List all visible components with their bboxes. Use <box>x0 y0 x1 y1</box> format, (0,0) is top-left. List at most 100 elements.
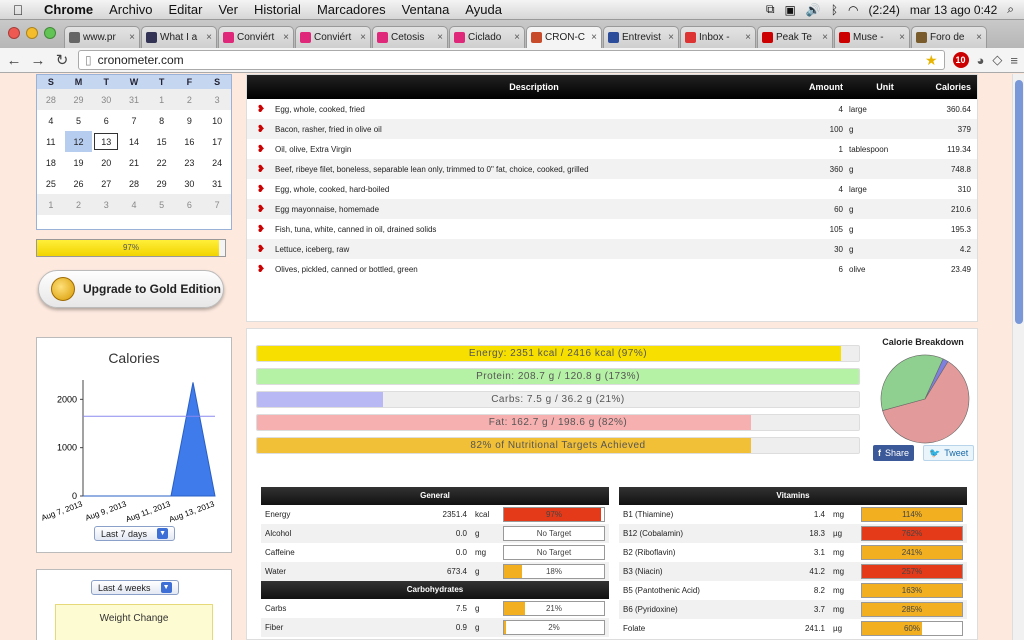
food-amount[interactable]: 1 <box>793 145 849 154</box>
browser-tab[interactable]: Inbox - × <box>680 26 756 48</box>
nutrient-row[interactable]: B2 (Riboflavin) 3.1 mg 241% <box>619 543 967 562</box>
apple-menu-icon[interactable]:  <box>0 2 36 18</box>
browser-tab[interactable]: Conviért × <box>218 26 294 48</box>
browser-tab[interactable]: Foro de × <box>911 26 987 48</box>
food-unit[interactable]: tablespoon <box>849 145 921 154</box>
menu-ayuda[interactable]: Ayuda <box>457 2 510 17</box>
calendar-day[interactable]: 4 <box>120 194 148 215</box>
calendar-day[interactable]: 2 <box>175 89 204 110</box>
browser-tab[interactable]: Conviért × <box>295 26 371 48</box>
food-row[interactable]: ❥ Lettuce, iceberg, raw 30 g 4.2 <box>247 239 977 259</box>
nutrient-row[interactable]: Energy 2351.4 kcal 97% <box>261 505 609 524</box>
weight-range-select[interactable]: Last 4 weeks ▼ <box>91 580 179 595</box>
food-unit[interactable]: g <box>849 245 921 254</box>
tab-close-icon[interactable]: × <box>899 32 905 43</box>
volume-icon[interactable]: 🔊 <box>806 3 821 17</box>
calendar-day[interactable]: 28 <box>37 89 65 110</box>
nutrient-row[interactable]: B3 (Niacin) 41.2 mg 257% <box>619 562 967 581</box>
food-amount[interactable]: 105 <box>793 225 849 234</box>
browser-tab[interactable]: What I a × <box>141 26 217 48</box>
menu-app-name[interactable]: Chrome <box>36 2 101 17</box>
nutrient-row[interactable]: Fiber 0.9 g 2% <box>261 618 609 637</box>
calendar-day[interactable]: 15 <box>148 131 176 152</box>
menubar-clock[interactable]: mar 13 ago 0:42 <box>910 3 997 17</box>
browser-tab[interactable]: Cetosis × <box>372 26 448 48</box>
calendar-day[interactable]: 22 <box>148 152 176 173</box>
calendar-day[interactable]: 26 <box>65 173 93 194</box>
menu-hamburger-icon[interactable]: ≡ <box>1010 53 1018 68</box>
calendar-day[interactable]: 11 <box>37 131 65 152</box>
calendar-day[interactable]: 29 <box>64 89 93 110</box>
calendar-day[interactable]: 19 <box>65 152 93 173</box>
calendar-day[interactable]: 2 <box>64 194 93 215</box>
tab-close-icon[interactable]: × <box>822 32 828 43</box>
bookmark-star-icon[interactable]: ★ <box>925 52 938 69</box>
scrollbar-thumb[interactable] <box>1015 80 1023 324</box>
display-icon[interactable]: ▣ <box>785 3 796 17</box>
food-row[interactable]: ❥ Olives, pickled, canned or bottled, gre… <box>247 259 977 279</box>
food-unit[interactable]: large <box>849 185 921 194</box>
menu-archivo[interactable]: Archivo <box>101 2 160 17</box>
upgrade-gold-button[interactable]: Upgrade to Gold Edition <box>38 270 224 308</box>
calendar-day[interactable]: 6 <box>175 194 204 215</box>
tab-close-icon[interactable]: × <box>668 32 674 43</box>
food-amount[interactable]: 4 <box>793 105 849 114</box>
calendar-day[interactable]: 3 <box>92 194 121 215</box>
calendar-day[interactable]: 30 <box>176 173 204 194</box>
food-amount[interactable]: 30 <box>793 245 849 254</box>
bluetooth-icon[interactable]: ᛒ <box>831 3 838 17</box>
address-bar[interactable]: ▯ cronometer.com ★ <box>78 50 945 70</box>
menu-ver[interactable]: Ver <box>210 2 246 17</box>
calendar-day[interactable]: 24 <box>203 152 231 173</box>
food-amount[interactable]: 60 <box>793 205 849 214</box>
nutrient-row[interactable]: B6 (Pyridoxine) 3.7 mg 285% <box>619 600 967 619</box>
nutrient-row[interactable]: Water 673.4 g 18% <box>261 562 609 581</box>
extension-badge[interactable]: 10 <box>952 52 969 68</box>
food-amount[interactable]: 4 <box>793 185 849 194</box>
calendar-day[interactable]: 3 <box>203 89 231 110</box>
tab-close-icon[interactable]: × <box>283 32 289 43</box>
calendar-day[interactable]: 14 <box>120 131 148 152</box>
calendar-day[interactable]: 30 <box>92 89 121 110</box>
calendar-day[interactable]: 4 <box>37 110 65 131</box>
calendar-day[interactable]: 5 <box>65 110 93 131</box>
food-row[interactable]: ❥ Oil, olive, Extra Virgin 1 tablespoon 119.… <box>247 139 977 159</box>
reload-icon[interactable]: ↻ <box>54 51 70 69</box>
nutrient-row[interactable]: B12 (Cobalamin) 18.3 µg 762% <box>619 524 967 543</box>
food-row[interactable]: ❥ Beef, ribeye filet, boneless, separable… <box>247 159 977 179</box>
calendar-day[interactable]: 18 <box>37 152 65 173</box>
calendar-day[interactable]: 1 <box>147 89 176 110</box>
browser-tab[interactable]: Ciclado × <box>449 26 525 48</box>
food-row[interactable]: ❥ Bacon, rasher, fried in olive oil 100 g 37… <box>247 119 977 139</box>
calendar-day[interactable]: 21 <box>120 152 148 173</box>
page-scrollbar[interactable] <box>1012 74 1024 640</box>
calendar-day[interactable]: 7 <box>203 194 231 215</box>
browser-tab[interactable]: www.pr × <box>64 26 140 48</box>
food-unit[interactable]: large <box>849 105 921 114</box>
wifi-icon[interactable]: ◠ <box>848 3 858 17</box>
tab-close-icon[interactable]: × <box>206 32 212 43</box>
calendar-day[interactable]: 8 <box>148 110 176 131</box>
tab-close-icon[interactable]: × <box>437 32 443 43</box>
zoom-window-button[interactable] <box>44 27 56 39</box>
col-description[interactable]: Description <box>275 82 793 92</box>
tab-close-icon[interactable]: × <box>976 32 982 43</box>
browser-tab[interactable]: CRON-C × <box>526 26 602 48</box>
calendar-day[interactable]: 13 <box>92 131 120 152</box>
calendar-day[interactable]: 5 <box>147 194 176 215</box>
menu-ventana[interactable]: Ventana <box>394 2 458 17</box>
food-unit[interactable]: olive <box>849 265 921 274</box>
calendar-day[interactable]: 25 <box>37 173 65 194</box>
forward-arrow-icon[interactable]: → <box>30 52 46 69</box>
battery-status[interactable]: (2:24) <box>869 3 900 17</box>
food-amount[interactable]: 100 <box>793 125 849 134</box>
food-amount[interactable]: 360 <box>793 165 849 174</box>
calendar-day[interactable]: 16 <box>176 131 204 152</box>
calendar-day[interactable]: 7 <box>120 110 148 131</box>
calendar-day[interactable]: 1 <box>37 194 65 215</box>
food-unit[interactable]: g <box>849 165 921 174</box>
col-calories[interactable]: Calories <box>921 82 977 92</box>
food-row[interactable]: ❥ Fish, tuna, white, canned in oil, drain… <box>247 219 977 239</box>
calendar-day[interactable]: 31 <box>203 173 231 194</box>
tweet-button[interactable]: 🐦 Tweet <box>923 445 975 461</box>
